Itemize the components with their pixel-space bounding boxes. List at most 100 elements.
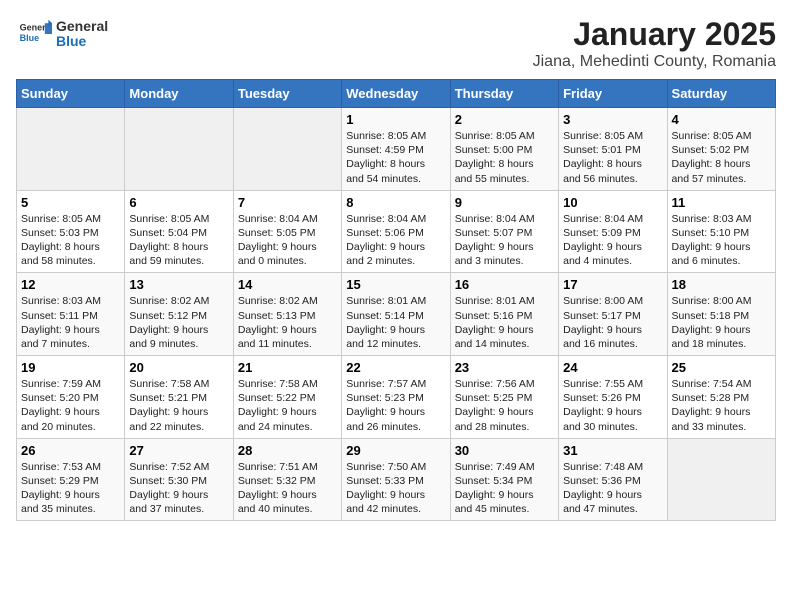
calendar-cell: 9 Sunrise: 8:04 AM Sunset: 5:07 PM Daylig… (450, 190, 558, 273)
day-number: 20 (129, 360, 228, 375)
day-info: Sunrise: 8:05 AM Sunset: 5:02 PM Dayligh… (672, 129, 771, 186)
day-info: Sunrise: 7:48 AM Sunset: 5:36 PM Dayligh… (563, 460, 662, 517)
day-info: Sunrise: 8:02 AM Sunset: 5:12 PM Dayligh… (129, 294, 228, 351)
calendar-cell: 20 Sunrise: 7:58 AM Sunset: 5:21 PM Dayli… (125, 356, 233, 439)
calendar-cell: 8 Sunrise: 8:04 AM Sunset: 5:06 PM Daylig… (342, 190, 450, 273)
calendar-title: January 2025 (533, 16, 776, 53)
day-info: Sunrise: 7:58 AM Sunset: 5:22 PM Dayligh… (238, 377, 337, 434)
calendar-cell: 25Sunrise: 7:54 AM Sunset: 5:28 PM Dayli… (667, 356, 775, 439)
calendar-subtitle: Jiana, Mehedinti County, Romania (533, 53, 776, 71)
calendar-cell: 16Sunrise: 8:01 AM Sunset: 5:16 PM Dayli… (450, 273, 558, 356)
calendar-cell: 6 Sunrise: 8:05 AM Sunset: 5:04 PM Daylig… (125, 190, 233, 273)
title-area: January 2025 Jiana, Mehedinti County, Ro… (533, 16, 776, 71)
day-info: Sunrise: 8:04 AM Sunset: 5:07 PM Dayligh… (455, 212, 554, 269)
day-number: 21 (238, 360, 337, 375)
day-info: Sunrise: 7:51 AM Sunset: 5:32 PM Dayligh… (238, 460, 337, 517)
day-number: 3 (563, 112, 662, 127)
calendar-cell: 28 Sunrise: 7:51 AM Sunset: 5:32 PM Dayli… (233, 438, 341, 521)
calendar-cell: 15 Sunrise: 8:01 AM Sunset: 5:14 PM Dayli… (342, 273, 450, 356)
day-number: 14 (238, 277, 337, 292)
calendar-cell: 23 Sunrise: 7:56 AM Sunset: 5:25 PM Dayli… (450, 356, 558, 439)
day-number: 28 (238, 443, 337, 458)
day-number: 12 (21, 277, 120, 292)
weekday-tuesday: Tuesday (233, 80, 341, 108)
day-number: 26 (21, 443, 120, 458)
calendar-week-4: 19 Sunrise: 7:59 AM Sunset: 5:20 PM Dayli… (17, 356, 776, 439)
calendar-cell: 5Sunrise: 8:05 AM Sunset: 5:03 PM Daylig… (17, 190, 125, 273)
calendar-cell: 11 Sunrise: 8:03 AM Sunset: 5:10 PM Dayli… (667, 190, 775, 273)
weekday-monday: Monday (125, 80, 233, 108)
day-info: Sunrise: 7:57 AM Sunset: 5:23 PM Dayligh… (346, 377, 445, 434)
day-info: Sunrise: 7:56 AM Sunset: 5:25 PM Dayligh… (455, 377, 554, 434)
calendar-cell: 17Sunrise: 8:00 AM Sunset: 5:17 PM Dayli… (559, 273, 667, 356)
day-number: 27 (129, 443, 228, 458)
calendar-cell: 19 Sunrise: 7:59 AM Sunset: 5:20 PM Dayli… (17, 356, 125, 439)
day-number: 31 (563, 443, 662, 458)
calendar-cell (233, 108, 341, 191)
day-number: 16 (455, 277, 554, 292)
calendar-cell (17, 108, 125, 191)
day-info: Sunrise: 8:04 AM Sunset: 5:09 PM Dayligh… (563, 212, 662, 269)
logo-general: General (56, 18, 108, 34)
day-info: Sunrise: 8:05 AM Sunset: 5:00 PM Dayligh… (455, 129, 554, 186)
logo-text: General Blue (56, 19, 108, 50)
calendar-cell: 24Sunrise: 7:55 AM Sunset: 5:26 PM Dayli… (559, 356, 667, 439)
calendar-cell: 31 Sunrise: 7:48 AM Sunset: 5:36 PM Dayli… (559, 438, 667, 521)
weekday-header-row: SundayMondayTuesdayWednesdayThursdayFrid… (17, 80, 776, 108)
day-info: Sunrise: 7:52 AM Sunset: 5:30 PM Dayligh… (129, 460, 228, 517)
day-info: Sunrise: 8:00 AM Sunset: 5:17 PM Dayligh… (563, 294, 662, 351)
calendar-cell: 26 Sunrise: 7:53 AM Sunset: 5:29 PM Dayli… (17, 438, 125, 521)
calendar-cell: 4Sunrise: 8:05 AM Sunset: 5:02 PM Daylig… (667, 108, 775, 191)
calendar-week-1: 1Sunrise: 8:05 AM Sunset: 4:59 PM Daylig… (17, 108, 776, 191)
day-info: Sunrise: 8:03 AM Sunset: 5:11 PM Dayligh… (21, 294, 120, 351)
calendar-header: SundayMondayTuesdayWednesdayThursdayFrid… (17, 80, 776, 108)
day-number: 15 (346, 277, 445, 292)
day-info: Sunrise: 8:03 AM Sunset: 5:10 PM Dayligh… (672, 212, 771, 269)
day-info: Sunrise: 7:49 AM Sunset: 5:34 PM Dayligh… (455, 460, 554, 517)
day-number: 10 (563, 195, 662, 210)
calendar-table: SundayMondayTuesdayWednesdayThursdayFrid… (16, 79, 776, 521)
day-info: Sunrise: 8:05 AM Sunset: 5:04 PM Dayligh… (129, 212, 228, 269)
day-number: 19 (21, 360, 120, 375)
svg-text:Blue: Blue (20, 33, 40, 43)
calendar-week-2: 5Sunrise: 8:05 AM Sunset: 5:03 PM Daylig… (17, 190, 776, 273)
calendar-cell: 21 Sunrise: 7:58 AM Sunset: 5:22 PM Dayli… (233, 356, 341, 439)
calendar-cell (125, 108, 233, 191)
day-number: 9 (455, 195, 554, 210)
calendar-body: 1Sunrise: 8:05 AM Sunset: 4:59 PM Daylig… (17, 108, 776, 521)
day-number: 2 (455, 112, 554, 127)
calendar-cell: 1Sunrise: 8:05 AM Sunset: 4:59 PM Daylig… (342, 108, 450, 191)
day-info: Sunrise: 8:05 AM Sunset: 4:59 PM Dayligh… (346, 129, 445, 186)
calendar-cell: 14 Sunrise: 8:02 AM Sunset: 5:13 PM Dayli… (233, 273, 341, 356)
day-number: 24 (563, 360, 662, 375)
calendar-cell: 3Sunrise: 8:05 AM Sunset: 5:01 PM Daylig… (559, 108, 667, 191)
day-info: Sunrise: 7:59 AM Sunset: 5:20 PM Dayligh… (21, 377, 120, 434)
day-info: Sunrise: 8:01 AM Sunset: 5:14 PM Dayligh… (346, 294, 445, 351)
calendar-cell: 2 Sunrise: 8:05 AM Sunset: 5:00 PM Daylig… (450, 108, 558, 191)
weekday-friday: Friday (559, 80, 667, 108)
day-number: 23 (455, 360, 554, 375)
calendar-cell: 10 Sunrise: 8:04 AM Sunset: 5:09 PM Dayli… (559, 190, 667, 273)
day-info: Sunrise: 8:02 AM Sunset: 5:13 PM Dayligh… (238, 294, 337, 351)
calendar-cell: 29Sunrise: 7:50 AM Sunset: 5:33 PM Dayli… (342, 438, 450, 521)
day-number: 29 (346, 443, 445, 458)
calendar-cell: 18Sunrise: 8:00 AM Sunset: 5:18 PM Dayli… (667, 273, 775, 356)
calendar-cell: 13 Sunrise: 8:02 AM Sunset: 5:12 PM Dayli… (125, 273, 233, 356)
weekday-thursday: Thursday (450, 80, 558, 108)
day-number: 6 (129, 195, 228, 210)
day-number: 13 (129, 277, 228, 292)
calendar-cell: 7Sunrise: 8:04 AM Sunset: 5:05 PM Daylig… (233, 190, 341, 273)
day-number: 22 (346, 360, 445, 375)
calendar-cell: 12 Sunrise: 8:03 AM Sunset: 5:11 PM Dayli… (17, 273, 125, 356)
day-info: Sunrise: 8:04 AM Sunset: 5:06 PM Dayligh… (346, 212, 445, 269)
day-info: Sunrise: 8:05 AM Sunset: 5:03 PM Dayligh… (21, 212, 120, 269)
logo-blue: Blue (56, 33, 86, 49)
weekday-sunday: Sunday (17, 80, 125, 108)
calendar-cell: 30 Sunrise: 7:49 AM Sunset: 5:34 PM Dayli… (450, 438, 558, 521)
day-info: Sunrise: 7:58 AM Sunset: 5:21 PM Dayligh… (129, 377, 228, 434)
day-number: 30 (455, 443, 554, 458)
weekday-saturday: Saturday (667, 80, 775, 108)
day-number: 11 (672, 195, 771, 210)
day-info: Sunrise: 7:53 AM Sunset: 5:29 PM Dayligh… (21, 460, 120, 517)
day-number: 8 (346, 195, 445, 210)
